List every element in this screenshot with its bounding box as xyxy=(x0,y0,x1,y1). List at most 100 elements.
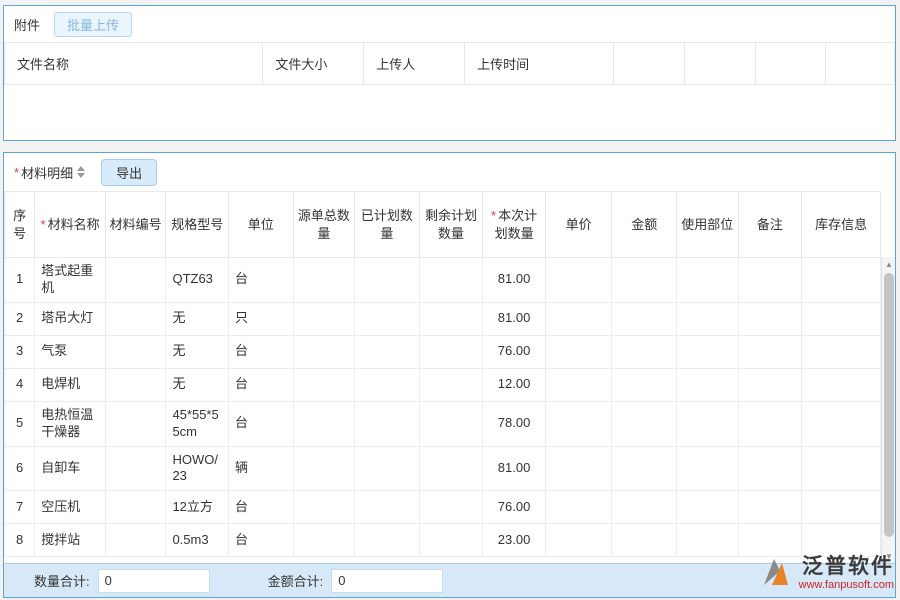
attachment-column-header-8 xyxy=(826,43,895,85)
cell-r8-c9: 23.00 xyxy=(483,524,546,557)
cell-r2-c11 xyxy=(612,302,677,335)
cell-r3-c9: 76.00 xyxy=(483,335,546,368)
cell-r3-c5: 台 xyxy=(229,335,294,368)
material-column-header-9: *本次计划数量 xyxy=(483,192,546,258)
cell-r8-c12 xyxy=(677,524,739,557)
cell-r4-c8 xyxy=(419,368,483,401)
cell-r3-c2: 气泵 xyxy=(35,335,106,368)
material-table: 序号*材料名称材料编号规格型号单位源单总数量已计划数量剩余计划数量*本次计划数量… xyxy=(4,191,881,557)
cell-r2-c6 xyxy=(293,302,355,335)
cell-r2-c3 xyxy=(105,302,166,335)
cell-r4-c11 xyxy=(612,368,677,401)
cell-r5-c14 xyxy=(802,401,881,446)
cell-r4-c4: 无 xyxy=(166,368,229,401)
cell-r8-c7 xyxy=(355,524,420,557)
cell-r3-c8 xyxy=(419,335,483,368)
table-row[interactable]: 3气泵无台76.00 xyxy=(5,335,881,368)
cell-r7-c6 xyxy=(293,491,355,524)
table-row[interactable]: 2塔吊大灯无只81.00 xyxy=(5,302,881,335)
cell-r1-c12 xyxy=(677,258,739,303)
amount-total-input[interactable] xyxy=(331,569,443,593)
cell-r8-c4: 0.5m3 xyxy=(166,524,229,557)
cell-r7-c7 xyxy=(355,491,420,524)
material-column-header-1: 序号 xyxy=(5,192,35,258)
cell-r8-c6 xyxy=(293,524,355,557)
cell-r4-c7 xyxy=(355,368,420,401)
material-table-area: 序号*材料名称材料编号规格型号单位源单总数量已计划数量剩余计划数量*本次计划数量… xyxy=(4,191,895,563)
qty-total-input[interactable] xyxy=(98,569,210,593)
cell-r7-c8 xyxy=(419,491,483,524)
cell-r3-c7 xyxy=(355,335,420,368)
sort-arrows-icon[interactable] xyxy=(77,166,85,178)
material-column-header-14: 库存信息 xyxy=(802,192,881,258)
required-asterisk: * xyxy=(14,165,19,180)
cell-r4-c5: 台 xyxy=(229,368,294,401)
cell-r7-c11 xyxy=(612,491,677,524)
cell-r7-c5: 台 xyxy=(229,491,294,524)
attachment-column-header-4: 上传时间 xyxy=(465,43,614,85)
cell-r6-c8 xyxy=(419,446,483,491)
cell-r1-c1: 1 xyxy=(5,258,35,303)
cell-r5-c1: 5 xyxy=(5,401,35,446)
cell-r2-c9: 81.00 xyxy=(483,302,546,335)
table-row[interactable]: 7空压机12立方台76.00 xyxy=(5,491,881,524)
material-column-header-11: 金额 xyxy=(612,192,677,258)
amount-total-label: 金额合计: xyxy=(268,571,324,590)
material-panel: * 材料明细 导出 序号*材料名称材料编号规格型号单位源单总数量已计划数量剩余计… xyxy=(3,152,896,598)
cell-r1-c2: 塔式起重机 xyxy=(35,258,106,303)
cell-r1-c8 xyxy=(419,258,483,303)
cell-r2-c12 xyxy=(677,302,739,335)
attachment-panel: 附件 批量上传 文件名称文件大小上传人上传时间 xyxy=(3,5,896,141)
cell-r4-c1: 4 xyxy=(5,368,35,401)
cell-r8-c5: 台 xyxy=(229,524,294,557)
cell-r5-c12 xyxy=(677,401,739,446)
cell-r6-c14 xyxy=(802,446,881,491)
cell-r4-c14 xyxy=(802,368,881,401)
cell-r8-c2: 搅拌站 xyxy=(35,524,106,557)
cell-r7-c14 xyxy=(802,491,881,524)
cell-r4-c12 xyxy=(677,368,739,401)
table-row[interactable]: 8搅拌站0.5m3台23.00 xyxy=(5,524,881,557)
cell-r5-c5: 台 xyxy=(229,401,294,446)
table-row[interactable]: 5电热恒温干燥器45*55*55cm台78.00 xyxy=(5,401,881,446)
material-detail-title: 材料明细 xyxy=(21,163,73,182)
material-column-header-13: 备注 xyxy=(738,192,802,258)
table-row[interactable]: 1塔式起重机QTZ63台81.00 xyxy=(5,258,881,303)
material-column-header-10: 单价 xyxy=(545,192,612,258)
cell-r7-c12 xyxy=(677,491,739,524)
cell-r2-c10 xyxy=(545,302,612,335)
required-asterisk: * xyxy=(41,217,46,232)
export-button[interactable]: 导出 xyxy=(101,159,157,186)
attachment-column-header-2: 文件大小 xyxy=(263,43,364,85)
cell-r3-c4: 无 xyxy=(166,335,229,368)
cell-r2-c5: 只 xyxy=(229,302,294,335)
scrollbar-thumb[interactable] xyxy=(884,273,894,537)
cell-r5-c4: 45*55*55cm xyxy=(166,401,229,446)
attachment-empty-body xyxy=(4,85,895,141)
cell-r3-c10 xyxy=(545,335,612,368)
cell-r8-c8 xyxy=(419,524,483,557)
material-toolbar: * 材料明细 导出 xyxy=(4,153,895,191)
cell-r6-c6 xyxy=(293,446,355,491)
batch-upload-button[interactable]: 批量上传 xyxy=(54,12,132,37)
cell-r2-c14 xyxy=(802,302,881,335)
attachment-column-header-3: 上传人 xyxy=(364,43,465,85)
table-row[interactable]: 4电焊机无台12.00 xyxy=(5,368,881,401)
attachment-column-header-5 xyxy=(614,43,685,85)
table-row[interactable]: 6自卸车HOWO/23辆81.00 xyxy=(5,446,881,491)
cell-r5-c10 xyxy=(545,401,612,446)
cell-r2-c4: 无 xyxy=(166,302,229,335)
cell-r7-c1: 7 xyxy=(5,491,35,524)
cell-r3-c12 xyxy=(677,335,739,368)
cell-r5-c3 xyxy=(105,401,166,446)
cell-r1-c13 xyxy=(738,258,802,303)
cell-r4-c10 xyxy=(545,368,612,401)
cell-r6-c10 xyxy=(545,446,612,491)
scroll-up-icon[interactable]: ▲ xyxy=(882,257,895,271)
scroll-down-icon[interactable]: ▼ xyxy=(882,549,895,563)
cell-r2-c2: 塔吊大灯 xyxy=(35,302,106,335)
vertical-scrollbar[interactable]: ▲ ▼ xyxy=(881,257,895,563)
cell-r4-c3 xyxy=(105,368,166,401)
attachment-table: 文件名称文件大小上传人上传时间 xyxy=(4,42,895,85)
attachment-header-row: 文件名称文件大小上传人上传时间 xyxy=(5,43,895,85)
